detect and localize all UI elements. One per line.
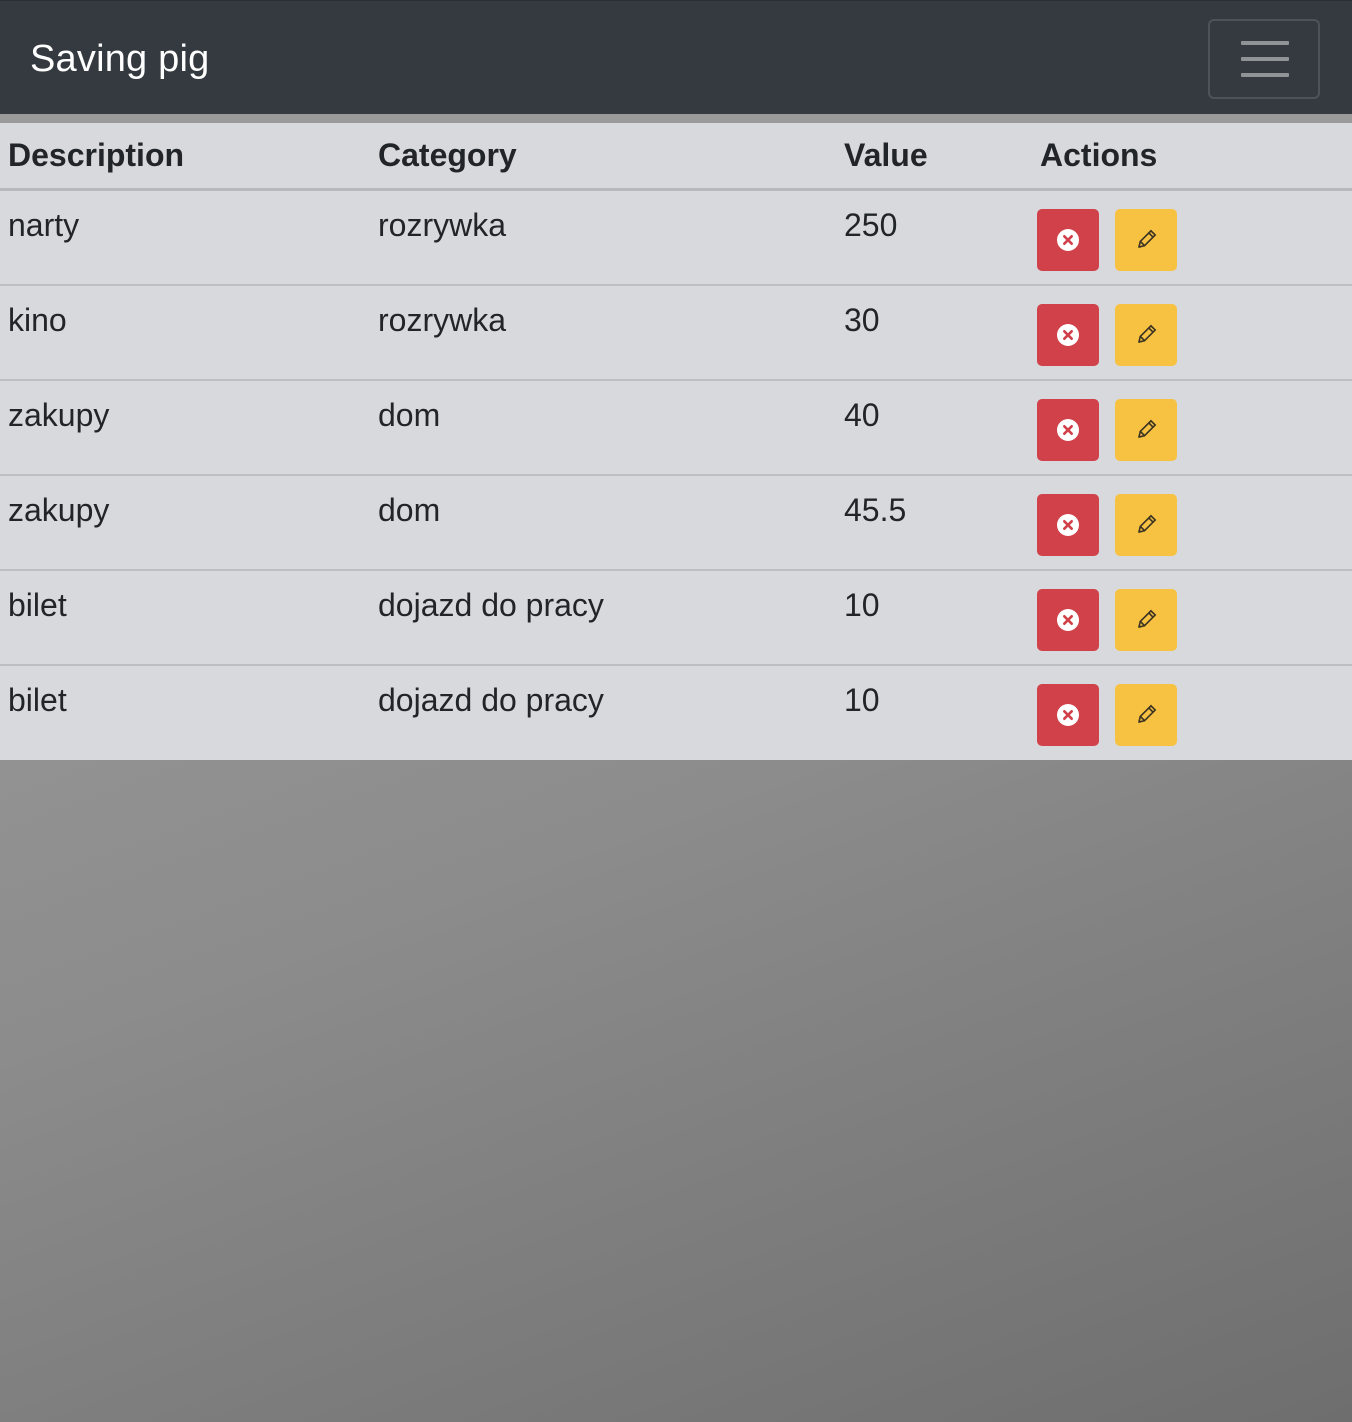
column-header-value: Value <box>836 123 1032 191</box>
cell-actions <box>1032 474 1352 571</box>
value-text: 250 <box>844 207 898 243</box>
edit-button[interactable] <box>1115 683 1177 746</box>
category-text: dom <box>378 396 441 433</box>
description-text: bilet <box>8 586 67 623</box>
table-row: kino rozrywka 30 <box>0 284 1352 381</box>
cell-description: kino <box>0 284 370 381</box>
column-header-description: Description <box>0 123 370 191</box>
cell-actions <box>1032 569 1352 666</box>
description-text: kino <box>8 301 67 338</box>
navbar-brand[interactable]: Saving pig <box>30 37 209 81</box>
hamburger-menu-icon-bar-2 <box>1241 57 1289 61</box>
cell-category: rozrywka <box>370 189 836 286</box>
cell-category: dom <box>370 474 836 571</box>
value-text: 30 <box>844 301 880 338</box>
cell-actions <box>1032 284 1352 381</box>
cell-category: dojazd do pracy <box>370 569 836 666</box>
description-text: narty <box>8 207 80 243</box>
cell-value: 10 <box>836 569 1032 666</box>
table-row: bilet dojazd do pracy 10 <box>0 569 1352 666</box>
cell-actions <box>1032 665 1352 760</box>
cell-description: zakupy <box>0 379 370 476</box>
navbar-toggler-button[interactable] <box>1208 19 1320 99</box>
cell-description: narty <box>0 189 370 286</box>
hamburger-menu-icon <box>1241 41 1289 45</box>
table-header-row: Description Category Value Actions <box>0 123 1352 191</box>
edit-button[interactable] <box>1115 209 1177 271</box>
cell-actions <box>1032 189 1352 286</box>
cell-category: dom <box>370 379 836 476</box>
delete-button[interactable] <box>1037 588 1099 651</box>
cell-actions <box>1032 379 1352 476</box>
value-text: 10 <box>844 586 880 623</box>
cell-value: 45.5 <box>836 474 1032 571</box>
table-row: zakupy dom 45.5 <box>0 474 1352 571</box>
category-text: dom <box>378 491 441 528</box>
cell-category: rozrywka <box>370 284 836 381</box>
cell-description: zakupy <box>0 474 370 571</box>
top-navbar: Saving pig <box>0 0 1352 114</box>
edit-button[interactable] <box>1115 398 1177 461</box>
expenses-table: Description Category Value Actions narty… <box>0 123 1352 760</box>
cell-value: 40 <box>836 379 1032 476</box>
cell-value: 30 <box>836 284 1032 381</box>
description-text: bilet <box>8 681 67 718</box>
category-text: dojazd do pracy <box>378 586 604 623</box>
table-row: narty rozrywka 250 <box>0 189 1352 286</box>
delete-button[interactable] <box>1037 493 1099 556</box>
category-text: rozrywka <box>378 207 507 243</box>
cell-description: bilet <box>0 569 370 666</box>
expenses-table-container: Description Category Value Actions narty… <box>0 123 1352 760</box>
cell-category: dojazd do pracy <box>370 665 836 760</box>
edit-button[interactable] <box>1115 303 1177 366</box>
delete-button[interactable] <box>1037 209 1099 271</box>
delete-button[interactable] <box>1037 303 1099 366</box>
column-header-actions: Actions <box>1032 123 1352 191</box>
cell-description: bilet <box>0 665 370 760</box>
value-text: 45.5 <box>844 491 907 528</box>
navbar-shadow-divider <box>0 114 1352 123</box>
description-text: zakupy <box>8 491 110 528</box>
value-text: 40 <box>844 396 880 433</box>
category-text: dojazd do pracy <box>378 681 604 718</box>
value-text: 10 <box>844 681 880 718</box>
description-text: zakupy <box>8 396 110 433</box>
table-row: zakupy dom 40 <box>0 379 1352 476</box>
category-text: rozrywka <box>378 301 507 338</box>
delete-button[interactable] <box>1037 398 1099 461</box>
edit-button[interactable] <box>1115 493 1177 556</box>
cell-value: 250 <box>836 189 1032 286</box>
edit-button[interactable] <box>1115 588 1177 651</box>
cell-value: 10 <box>836 665 1032 760</box>
hamburger-menu-icon-bar-3 <box>1241 73 1289 77</box>
delete-button[interactable] <box>1037 683 1099 746</box>
column-header-category: Category <box>370 123 836 191</box>
table-row: bilet dojazd do pracy 10 <box>0 665 1352 760</box>
